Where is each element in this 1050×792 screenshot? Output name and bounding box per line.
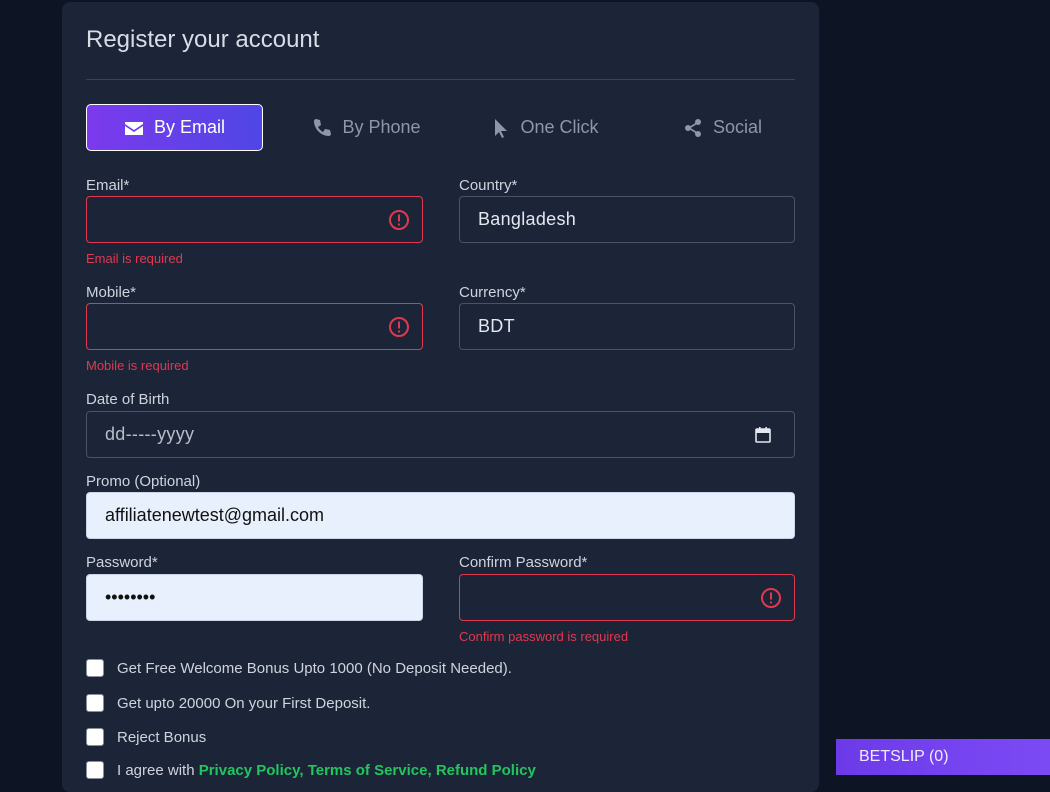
cursor-icon (495, 118, 508, 138)
email-error: Email is required (86, 251, 183, 266)
currency-select[interactable]: BDT (459, 303, 795, 350)
dob-label: Date of Birth (86, 391, 170, 408)
terms-of-service-link[interactable]: Terms of Service, (308, 762, 432, 779)
confirm-password-error: Confirm password is required (459, 629, 629, 644)
confirm-password-field[interactable] (459, 574, 795, 621)
checkbox-label: Reject Bonus (117, 728, 207, 746)
promo-input[interactable] (105, 505, 776, 526)
currency-label: Currency* (459, 284, 526, 301)
register-panel: Register your account By Email By Phone … (62, 2, 819, 792)
agree-prefix: I agree with (117, 761, 195, 779)
divider (86, 79, 795, 80)
calendar-icon[interactable] (754, 426, 772, 444)
tab-by-phone[interactable]: By Phone (278, 104, 455, 151)
country-label: Country* (459, 177, 518, 194)
refund-policy-link[interactable]: Refund Policy (436, 762, 536, 779)
email-field[interactable] (86, 196, 423, 243)
email-label: Email* (86, 177, 130, 194)
error-icon (389, 317, 409, 337)
dob-placeholder: dd-----yyyy (105, 424, 195, 444)
tab-label: Social (712, 117, 763, 137)
checkbox[interactable] (86, 694, 104, 712)
country-value: Bangladesh (478, 209, 577, 229)
betslip-button[interactable]: BETSLIP (0) (836, 739, 1050, 775)
tab-label: One Click (520, 117, 599, 137)
mobile-input[interactable] (105, 316, 404, 337)
password-input[interactable] (105, 587, 404, 608)
dob-field[interactable]: dd-----yyyy (86, 411, 795, 458)
checkbox[interactable] (86, 761, 104, 779)
error-icon (389, 210, 409, 230)
first-deposit-option[interactable]: Get upto 20000 On your First Deposit. (86, 694, 370, 712)
share-icon (684, 118, 701, 137)
tab-one-click[interactable]: One Click (456, 104, 633, 151)
confirm-password-input[interactable] (478, 587, 776, 608)
reject-bonus-option[interactable]: Reject Bonus (86, 728, 206, 746)
agree-text: I agree with Privacy Policy, Terms of Se… (117, 762, 536, 779)
checkbox[interactable] (86, 659, 104, 677)
country-select[interactable]: Bangladesh (459, 196, 795, 243)
password-label: Password* (86, 554, 158, 571)
tab-label: By Email (153, 117, 225, 137)
welcome-bonus-option[interactable]: Get Free Welcome Bonus Upto 1000 (No Dep… (86, 659, 512, 677)
email-input[interactable] (105, 209, 404, 230)
currency-value: BDT (478, 316, 515, 336)
checkbox[interactable] (86, 728, 104, 746)
mobile-field[interactable] (86, 303, 423, 350)
privacy-policy-link[interactable]: Privacy Policy, (199, 762, 304, 779)
promo-field[interactable] (86, 492, 795, 539)
envelope-icon (124, 121, 143, 135)
error-icon (761, 588, 781, 608)
confirm-password-label: Confirm Password* (459, 554, 588, 571)
phone-icon (314, 118, 332, 136)
mobile-label: Mobile* (86, 284, 137, 301)
password-field[interactable] (86, 574, 423, 621)
tab-label: By Phone (342, 117, 421, 137)
promo-label: Promo (Optional) (86, 473, 201, 490)
tab-by-email[interactable]: By Email (86, 104, 263, 151)
checkbox-label: Get Free Welcome Bonus Upto 1000 (No Dep… (117, 659, 512, 677)
page-title: Register your account (86, 26, 320, 53)
tab-social[interactable]: Social (634, 104, 811, 151)
agree-terms-option[interactable]: I agree with Privacy Policy, Terms of Se… (86, 761, 536, 779)
mobile-error: Mobile is required (86, 358, 189, 373)
checkbox-label: Get upto 20000 On your First Deposit. (117, 694, 371, 712)
